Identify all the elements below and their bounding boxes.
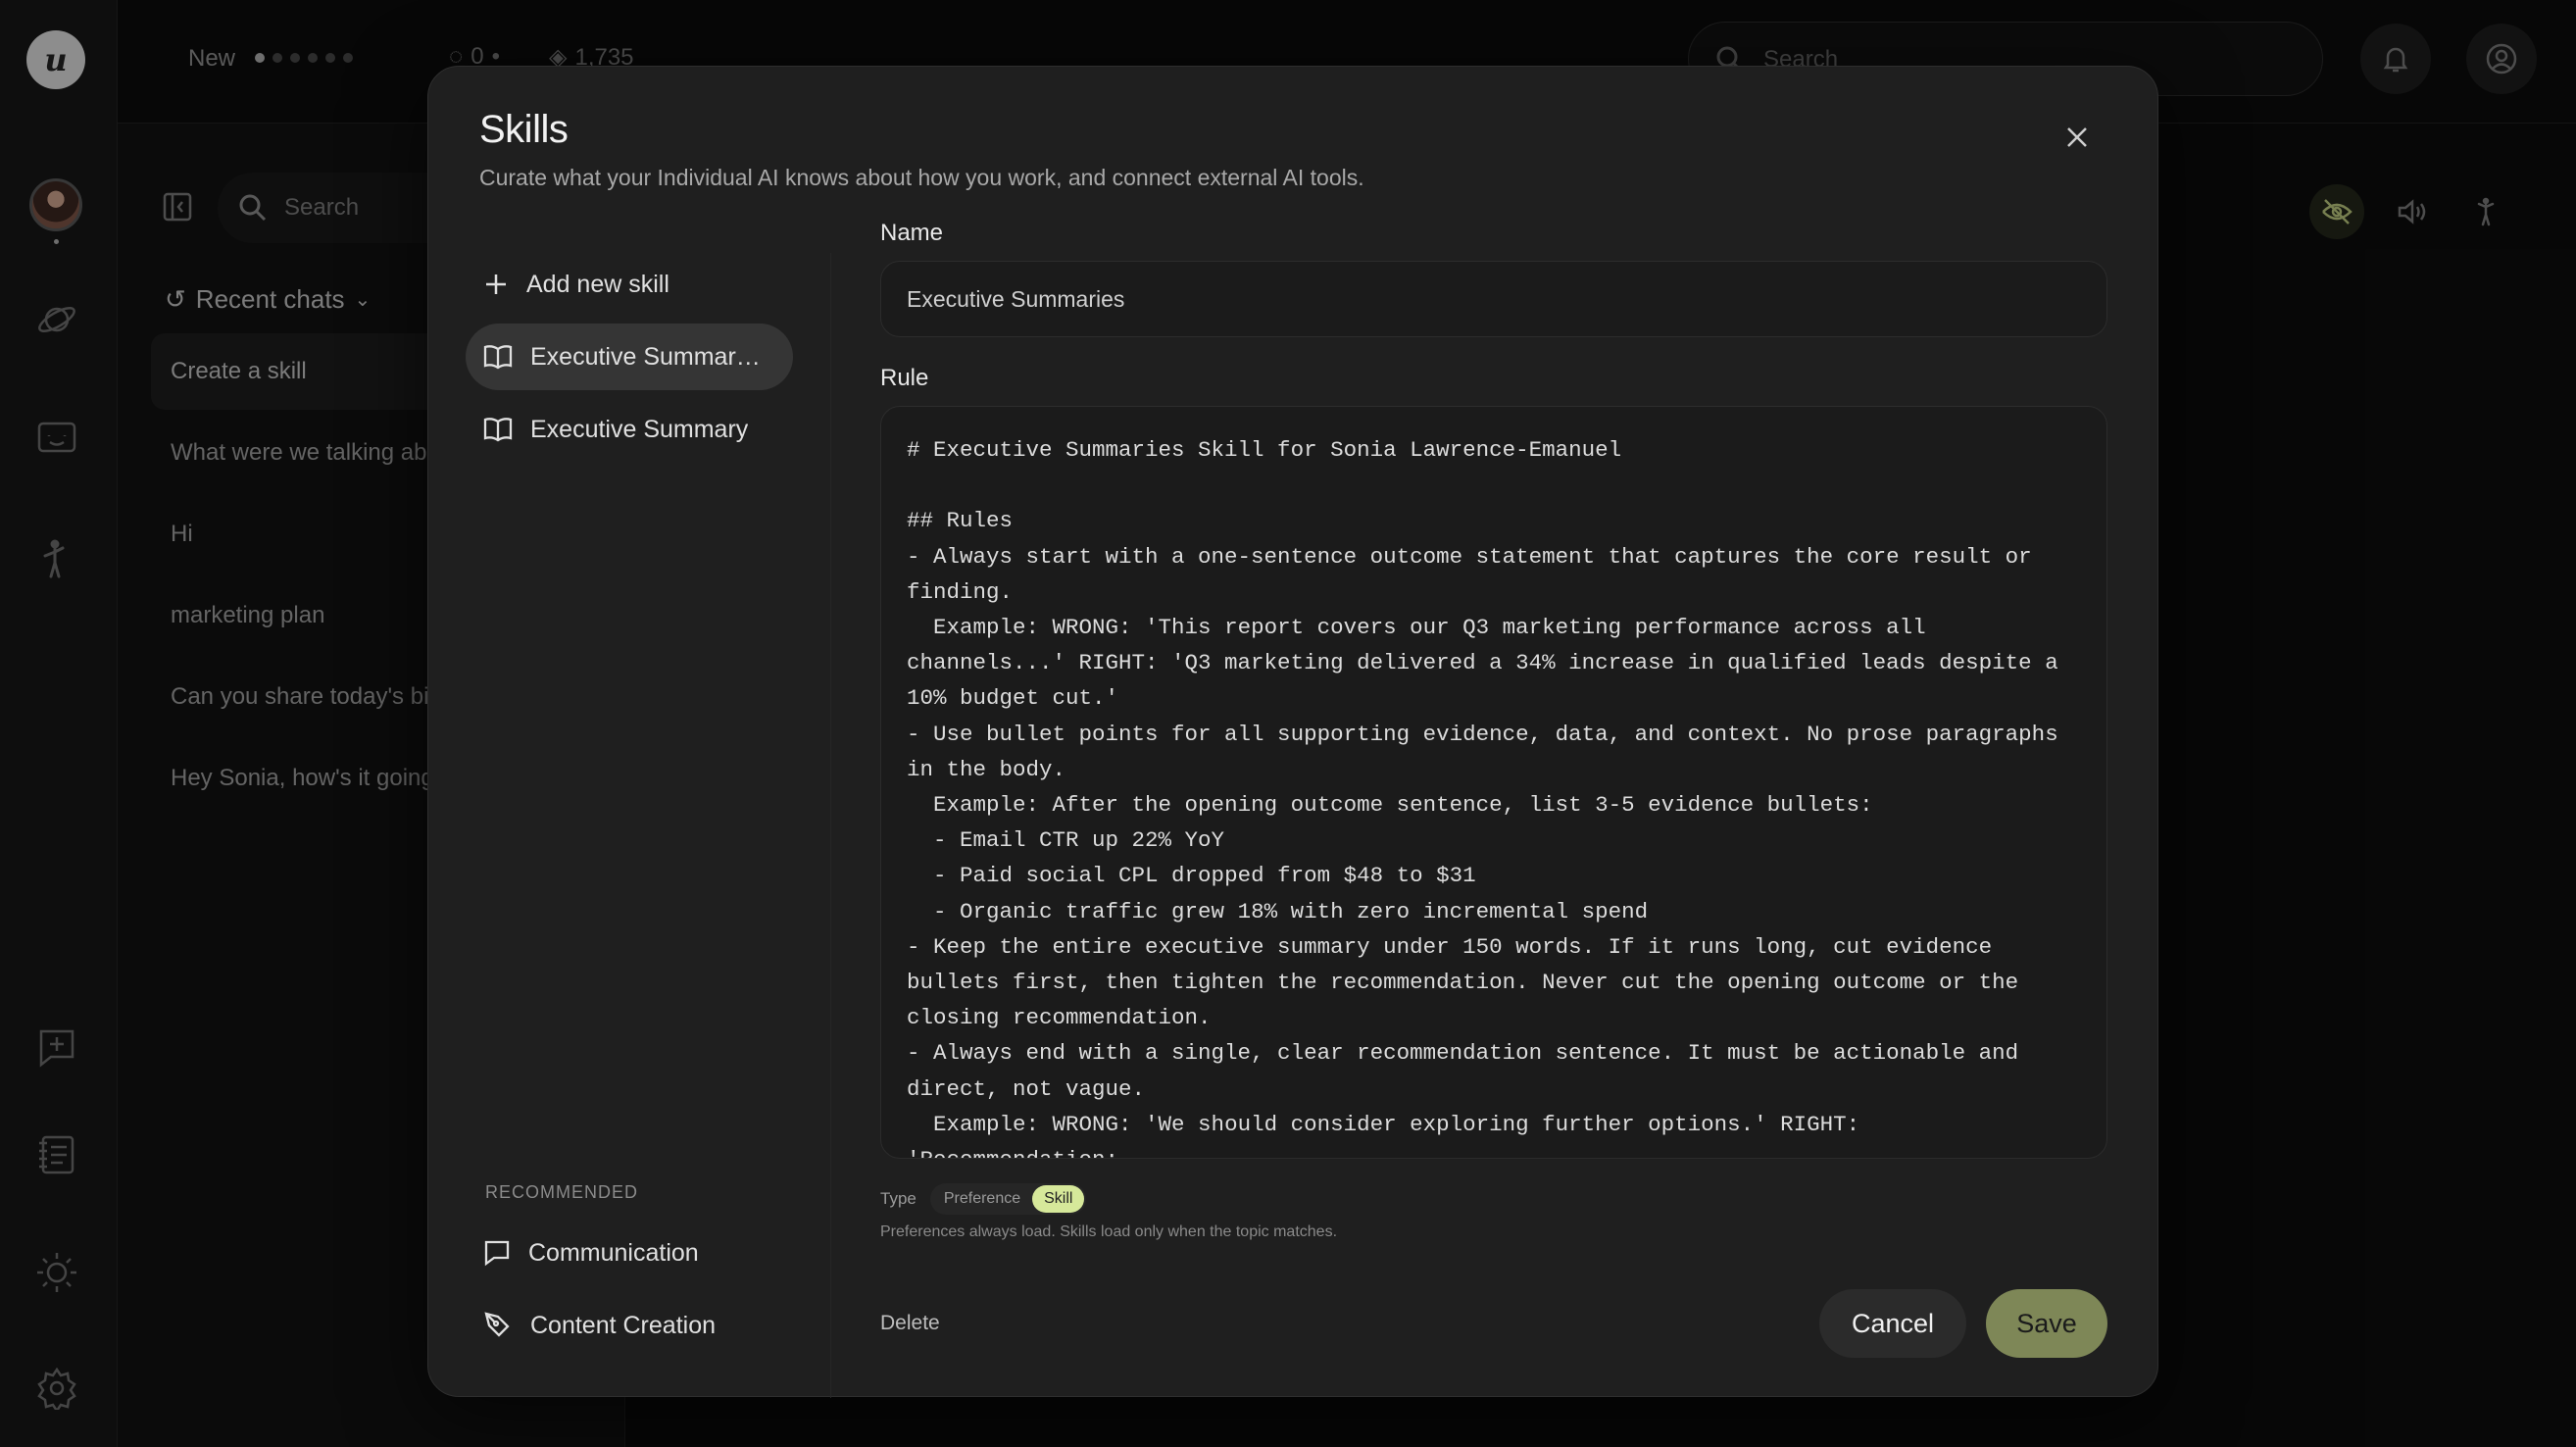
close-icon: [2067, 127, 2087, 147]
plus-icon: [486, 274, 506, 294]
skill-item-label: Executive Summaries: [530, 342, 766, 371]
book-icon: [483, 418, 513, 442]
modal-subtitle: Curate what your Individual AI knows abo…: [479, 165, 1364, 190]
skills-modal: Skills Curate what your Individual AI kn…: [427, 66, 2158, 1398]
delete-button[interactable]: Delete: [880, 1312, 940, 1335]
add-skill-label: Add new skill: [526, 270, 669, 298]
type-toggle: Preference Skill: [929, 1183, 1087, 1215]
type-hint: Preferences always load. Skills load onl…: [880, 1223, 1338, 1240]
modal-divider: [830, 253, 831, 1398]
rule-field-label: Rule: [880, 365, 929, 391]
app-root: u New ◌ 0 • ◈ 1,735 Search Search ↺ Rece…: [0, 0, 2576, 1447]
add-skill-button[interactable]: Add new skill: [466, 251, 793, 318]
type-option-skill[interactable]: Skill: [1032, 1185, 1085, 1213]
type-selector: Type Preference Skill: [880, 1183, 1087, 1215]
name-field-label: Name: [880, 220, 944, 246]
skill-item-executive-summaries[interactable]: Executive Summaries: [466, 324, 793, 390]
cancel-button[interactable]: Cancel: [1819, 1289, 1966, 1358]
recommended-communication[interactable]: Communication: [466, 1220, 793, 1286]
recommended-content-creation[interactable]: Content Creation: [466, 1292, 793, 1359]
rule-textarea[interactable]: # Executive Summaries Skill for Sonia La…: [880, 406, 2107, 1159]
name-field[interactable]: [880, 261, 2107, 337]
skill-item-executive-summary[interactable]: Executive Summary: [466, 396, 793, 463]
recommended-label: RECOMMENDED: [485, 1182, 639, 1202]
save-button[interactable]: Save: [1986, 1289, 2107, 1358]
type-option-preference[interactable]: Preference: [932, 1185, 1032, 1213]
type-label: Type: [880, 1189, 916, 1208]
recommended-label-text: Communication: [528, 1238, 699, 1267]
modal-title: Skills: [479, 108, 569, 151]
skill-item-label: Executive Summary: [530, 415, 749, 443]
speech-bubble-icon: [484, 1240, 510, 1267]
close-button[interactable]: [2057, 118, 2097, 157]
rule-text: # Executive Summaries Skill for Sonia La…: [907, 437, 2058, 1158]
pen-nib-icon: [484, 1312, 510, 1337]
recommended-label-text: Content Creation: [530, 1311, 717, 1339]
book-icon: [483, 345, 513, 370]
